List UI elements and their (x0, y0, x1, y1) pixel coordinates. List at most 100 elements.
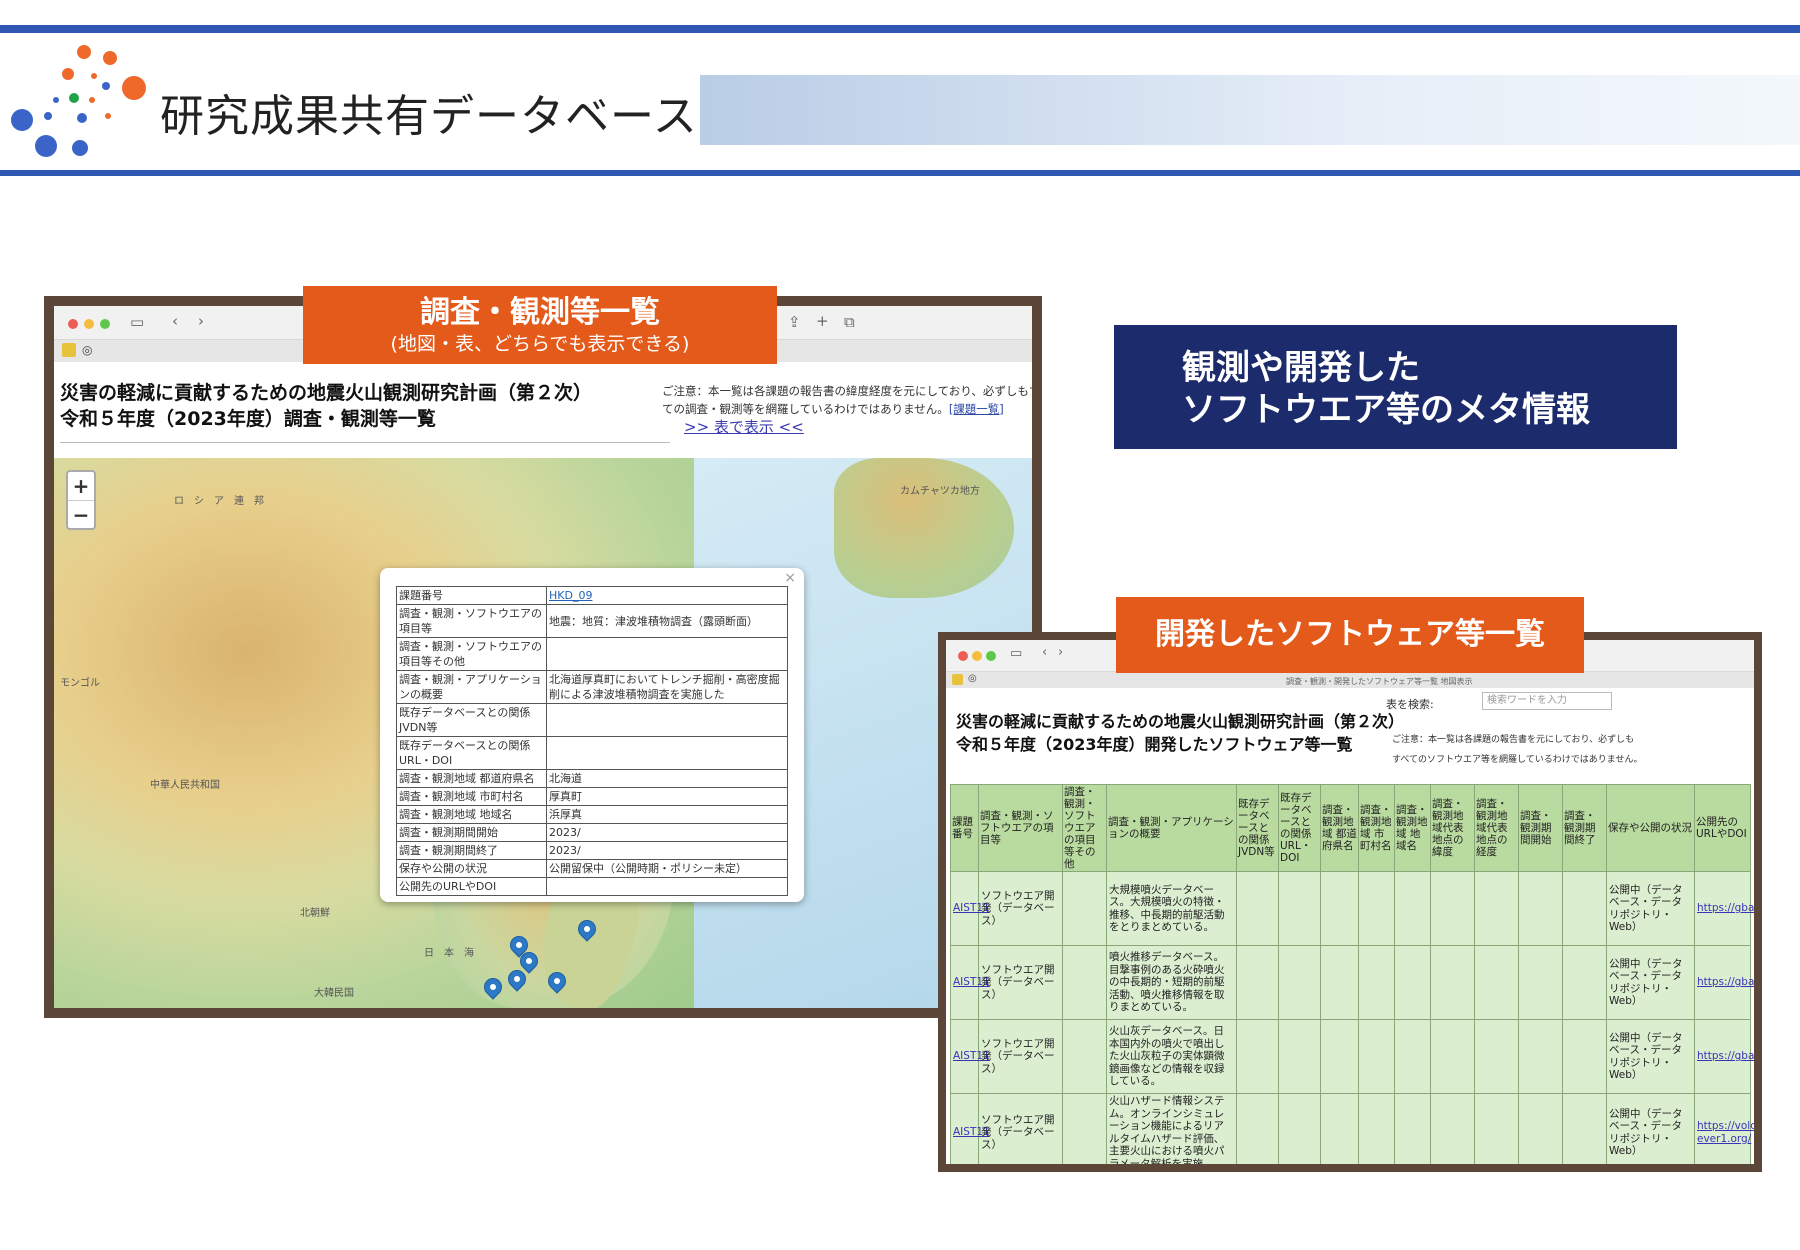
notice-text: ご注意：本一覧は各課題の報告書の緯度経度を元にしており、必ずしもす ての調査・観… (662, 382, 1032, 418)
page-title-line2: 令和５年度（2023年度）開発したソフトウェア等一覧 (956, 735, 1353, 754)
url-link[interactable]: https://gbank.gsj.jp/volcano/volcanic_as… (1697, 1050, 1754, 1062)
map-label-china: 中華人民共和国 (150, 780, 220, 791)
column-header[interactable]: 調査・観測地域代表地点の緯度 (1430, 784, 1475, 872)
page-title-line1: 災害の軽減に貢献するための地震火山観測研究計画（第２次） (60, 382, 593, 404)
forward-icon[interactable]: › (198, 312, 204, 330)
back-icon[interactable]: ‹ (1042, 645, 1047, 660)
popup-row: 保存や公開の状況 公開留保中（公開時期・ポリシー未定） (396, 859, 788, 878)
column-header[interactable]: 調査・観測・ソフトウエアの項目等その他 (1062, 784, 1107, 872)
github-icon[interactable]: ◎ (968, 673, 977, 684)
map-browser-window: ▭ ‹ › ⇪ + ⧉ ◎ 災害の軽減に貢献するための地震火山観測研究計画（第２… (54, 306, 1032, 1008)
notice-line2: すべてのソフトウエア等を網羅しているわけではありません。 (1392, 755, 1643, 765)
close-dot-icon[interactable] (958, 651, 968, 661)
column-header[interactable]: 調査・観測期間終了 (1562, 784, 1607, 872)
popup-row-value: 公開留保中（公開時期・ポリシー未定） (546, 859, 788, 878)
cell-empty (1320, 871, 1359, 946)
callout-metadata-line1: 観測や開発した (1182, 348, 1420, 388)
tab-title: 調査・観測・開発したソフトウェア等一覧 地図表示 (1286, 677, 1473, 686)
popup-row: 調査・観測・ソフトウエアの項目等その他 (396, 637, 788, 671)
software-table: 課題番号 調査・観測・ソフトウエアの項目等 調査・観測・ソフトウエアの項目等その他調… (950, 784, 1754, 1164)
cell-url: https://volcano.g-ever1.org/ (1694, 1093, 1754, 1164)
popup-row-key: 課題番号 (396, 586, 547, 605)
popup-row-value: 北海道厚真町においてトレンチ掘削・高密度掘削による津波堆積物調査を実施した (546, 670, 788, 704)
share-icon[interactable]: ⇪ (788, 313, 801, 331)
url-link[interactable]: https://gbank.gsj.jp/volcano/ledb/ (1697, 902, 1754, 914)
column-header[interactable]: 調査・観測地域 都道府県名 (1320, 784, 1359, 872)
cell-item: ソフトウエア開発（データベース） (978, 945, 1063, 1020)
column-header[interactable]: 調査・観測期間開始 (1518, 784, 1563, 872)
favicon-icon[interactable] (62, 343, 76, 357)
map-label-korea: 大韓民国 (314, 988, 354, 999)
column-header[interactable]: 調査・観測地域代表地点の経度 (1474, 784, 1519, 872)
popup-row-key: 保存や公開の状況 (396, 859, 547, 878)
back-icon[interactable]: ‹ (172, 312, 178, 330)
cell-item: ソフトウエア開発（データベース） (978, 871, 1063, 946)
cell-empty (1474, 945, 1519, 1020)
table-row: AIST11 ソフトウエア開発（データベース） 火山灰データベース。日本国内外の噴火… (950, 1019, 1754, 1094)
minimize-dot-icon[interactable] (972, 651, 982, 661)
popup-row-value: 浜厚真 (546, 805, 788, 824)
favicon-icon[interactable] (952, 674, 963, 685)
zoom-in-button[interactable]: + (68, 472, 94, 500)
new-tab-icon[interactable]: + (816, 312, 829, 330)
popup-row: 既存データベースとの関係URL・DOI (396, 736, 788, 770)
forward-icon[interactable]: › (1058, 645, 1063, 660)
search-input[interactable]: 検索ワードを入力 (1482, 692, 1612, 710)
search-label: 表を検索: (1386, 698, 1434, 711)
column-header[interactable]: 既存データベースとの関係JVDN等 (1236, 784, 1279, 872)
task-id-link[interactable]: HKD_09 (549, 589, 592, 602)
popup-row: 調査・観測地域 都道府県名 北海道 (396, 769, 788, 788)
cell-empty (1358, 1019, 1395, 1094)
cell-empty (1320, 945, 1359, 1020)
zoom-out-button[interactable]: − (68, 500, 94, 528)
cell-summary: 火山ハザード情報システム。オンラインシミュレーション機能によるリアルタイムハザー… (1106, 1093, 1237, 1164)
column-header[interactable]: 課題番号 (950, 784, 979, 872)
popup-row: 調査・観測・アプリケーションの概要 北海道厚真町においてトレンチ掘削・高密度掘削に… (396, 670, 788, 704)
url-link[interactable]: https://gbank.gsj.jp/volcano/esdb/ (1697, 976, 1754, 988)
map-canvas[interactable]: ロ シ ア 連 邦 中華人民共和国 北朝鮮 大韓民国 日 本 海 カムチャツカ地… (54, 458, 1032, 1008)
popup-row: 調査・観測期間開始 2023/ (396, 823, 788, 842)
logo-icon (11, 45, 146, 157)
column-header[interactable]: 公開先のURLやDOI (1694, 784, 1751, 872)
cell-url: https://gbank.gsj.jp/volcano/ledb/ (1694, 871, 1754, 946)
site-title: 研究成果共有データベース (160, 91, 698, 142)
task-list-link[interactable]: [課題一覧] (949, 402, 1004, 416)
close-dot-icon[interactable] (68, 319, 78, 329)
maximize-dot-icon[interactable] (100, 319, 110, 329)
column-header[interactable]: 調査・観測地域 市町村名 (1358, 784, 1395, 872)
maximize-dot-icon[interactable] (986, 651, 996, 661)
cell-empty (1320, 1019, 1359, 1094)
column-header[interactable]: 調査・観測・アプリケーションの概要 (1106, 784, 1237, 872)
minimize-dot-icon[interactable] (84, 319, 94, 329)
callout-survey-list: 調査・観測等一覧 (地図・表、どちらでも表示できる) (303, 286, 777, 364)
column-header[interactable]: 調査・観測・ソフトウエアの項目等 (978, 784, 1063, 872)
page-title: 災害の軽減に貢献するための地震火山観測研究計画（第２次） 令和５年度（2023年… (60, 380, 592, 432)
cell-item: ソフトウエア開発（データベース） (978, 1019, 1063, 1094)
popup-row-value: 厚真町 (546, 787, 788, 806)
notice-line1: ご注意：本一覧は各課題の報告書を元にしており、必ずしも (1392, 735, 1635, 745)
cell-url: https://gbank.gsj.jp/volcano/volcanic_as… (1694, 1019, 1754, 1094)
popup-row: 調査・観測・ソフトウエアの項目等 地震：地質：津波堆積物調査（露頭断面） (396, 604, 788, 638)
map-label-north-korea: 北朝鮮 (300, 908, 330, 919)
popup-row-key: 調査・観測地域 地域名 (396, 805, 547, 824)
sidebar-icon[interactable]: ▭ (1010, 646, 1022, 661)
popup-row-key: 既存データベースとの関係JVDN等 (396, 703, 547, 737)
cell-empty (1236, 1093, 1279, 1164)
column-header[interactable]: 既存データベースとの関係URL・DOI (1278, 784, 1321, 872)
show-as-table-link[interactable]: >> 表で表示 << (684, 416, 804, 437)
popup-row: 課題番号 HKD_09 (396, 586, 788, 605)
url-link[interactable]: https://volcano.g-ever1.org/ (1697, 1120, 1754, 1145)
column-header[interactable]: 保存や公開の状況 (1606, 784, 1695, 872)
popup-close-icon[interactable]: × (784, 570, 796, 586)
cell-empty (1278, 871, 1321, 946)
tabs-overview-icon[interactable]: ⧉ (844, 313, 855, 331)
sidebar-icon[interactable]: ▭ (130, 313, 144, 331)
cell-empty (1474, 1019, 1519, 1094)
popup-row-key: 既存データベースとの関係URL・DOI (396, 736, 547, 770)
map-label-japan-sea: 日 本 海 (424, 948, 474, 959)
popup-row-value (546, 637, 788, 671)
column-header[interactable]: 調査・観測地域 地域名 (1394, 784, 1431, 872)
github-icon[interactable]: ◎ (82, 343, 92, 357)
popup-row: 調査・観測地域 地域名 浜厚真 (396, 805, 788, 824)
cell-empty (1358, 945, 1395, 1020)
